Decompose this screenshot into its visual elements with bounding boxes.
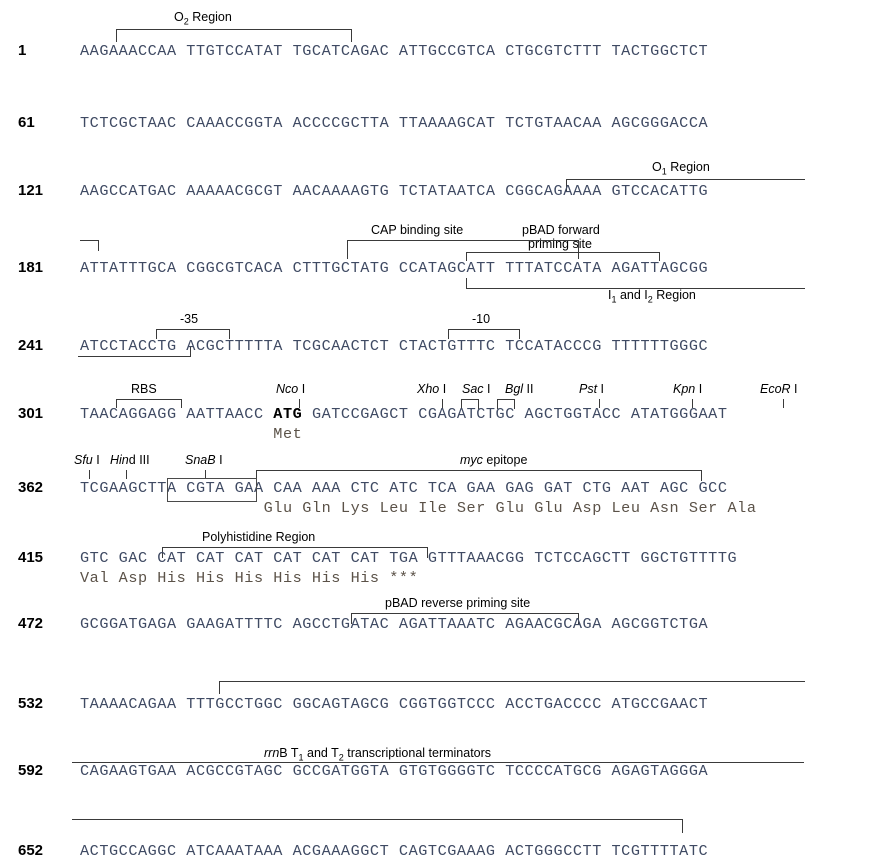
annotation-rbs: RBS — [131, 382, 157, 396]
o2-region-post: Region — [188, 10, 232, 24]
sequence-row-301: 301 TAACAGGAGG AATTAACC ATG GATCCGAGCT C… — [0, 405, 872, 443]
sequence-row-532: 532 TAAAACAGAA TTTGCCTGGC GGCAGTAGCG CGG… — [0, 695, 872, 719]
sequence-bases: GCGGATGAGA GAAGATTTTC AGCCTGATAC AGATTAA… — [80, 615, 709, 633]
sequence-bases: TCTCGCTAAC CAAACCGGTA ACCCCGCTTA TTAAAAG… — [80, 114, 709, 132]
sequence-row-415: 415 GTC GAC CAT CAT CAT CAT CAT CAT TGA … — [0, 549, 872, 587]
annotation-cap-binding-site: CAP binding site — [371, 223, 464, 237]
bracket-o2-region — [116, 29, 352, 42]
sequence-bases: GTC GAC CAT CAT CAT CAT CAT CAT TGA GTTT… — [80, 549, 738, 567]
annotation-pbad-forward-line1: pBAD forward — [522, 223, 600, 237]
hind-suffix: d III — [128, 453, 150, 467]
annotation-minus-10: -10 — [472, 312, 491, 326]
bgl-suffix: II — [523, 382, 534, 396]
sequence-row-1: 1 AAGAAACCAA TTGTCCATAT TGCATCAGAC ATTGC… — [0, 42, 872, 66]
sequence-bases: CAGAAGTGAA ACGCCGTAGC GCCGATGGTA GTGTGGG… — [80, 762, 709, 780]
sequence-bases: AAGAAACCAA TTGTCCATAT TGCATCAGAC ATTGCCG… — [80, 42, 709, 60]
sequence-row-592: 592 CAGAAGTGAA ACGCCGTAGC GCCGATGGTA GTG… — [0, 762, 872, 786]
sequence-row-121: 121 AAGCCATGAC AAAAACGCGT AACAAAAGTG TCT… — [0, 182, 872, 206]
position-number: 472 — [18, 615, 44, 632]
sequence-bases: TAAAACAGAA TTTGCCTGGC GGCAGTAGCG CGGTGGT… — [80, 695, 709, 713]
o1-region-post: Region — [666, 160, 710, 174]
position-number: 181 — [18, 259, 44, 276]
restriction-site-sac: Sac I — [462, 382, 491, 396]
xho-suffix: I — [439, 382, 447, 396]
position-number: 415 — [18, 549, 44, 566]
restriction-site-snab: SnaB I — [185, 453, 223, 467]
sequence-row-652: 652 ACTGCCAGGC ATCAAATAAA ACGAAAGGCT CAG… — [0, 842, 872, 866]
pst-name: Pst — [579, 382, 598, 396]
bracket-terminator-end — [72, 819, 683, 833]
restriction-site-xho: Xho I — [417, 382, 446, 396]
sequence-bases: TAACAGGAGG AATTAACC ATG GATCCGAGCT CGAGA… — [80, 405, 728, 423]
myc-italic: myc — [460, 453, 483, 467]
restriction-site-ecor: EcoR I — [760, 382, 798, 396]
xho-name: Xho — [417, 382, 440, 396]
underline-promoter-region — [78, 347, 191, 357]
position-number: 241 — [18, 337, 44, 354]
kpn-name: Kpn — [673, 382, 696, 396]
position-number: 532 — [18, 695, 44, 712]
i-post: Region — [652, 288, 696, 302]
restriction-site-sfu: Sfu I — [74, 453, 100, 467]
snab-name: SnaB — [185, 453, 216, 467]
tick-sfu — [89, 470, 90, 479]
sequence-row-61: 61 TCTCGCTAAC CAAACCGGTA ACCCCGCTTA TTAA… — [0, 114, 872, 138]
sequence-bases: AAGCCATGAC AAAAACGCGT AACAAAAGTG TCTATAA… — [80, 182, 709, 200]
sequence-amino-acids: Met — [80, 425, 303, 443]
ecor-suffix: I — [790, 382, 798, 396]
position-number: 362 — [18, 479, 44, 496]
ecor-name: EcoR — [760, 382, 791, 396]
sequence-amino-acids: Val Asp His His His His His His *** — [80, 569, 419, 587]
nco-suffix: I — [298, 382, 306, 396]
annotation-o2-region: O2 Region — [174, 10, 232, 27]
annotation-polyhistidine-region: Polyhistidine Region — [202, 530, 316, 544]
restriction-site-hindiii: Hind III — [110, 453, 150, 467]
restriction-site-pst: Pst I — [579, 382, 604, 396]
nco-name: Nco — [276, 382, 299, 396]
restriction-site-bgl: Bgl II — [505, 382, 534, 396]
myc-rest: epitope — [482, 453, 528, 467]
position-number: 121 — [18, 182, 44, 199]
o2-region-pre: O — [174, 10, 184, 24]
kpn-suffix: I — [695, 382, 703, 396]
sequence-bases: ACTGCCAGGC ATCAAATAAA ACGAAAGGCT CAGTCGA… — [80, 842, 709, 860]
snab-suffix: I — [215, 453, 223, 467]
bracket-o1-region-end — [80, 240, 99, 251]
o1-region-pre: O — [652, 160, 662, 174]
bgl-name: Bgl — [505, 382, 524, 396]
box-snab-site — [167, 478, 257, 502]
sac-suffix: I — [483, 382, 491, 396]
i-mid: and I — [616, 288, 648, 302]
bracket-terminator-start — [219, 681, 805, 694]
position-number: 61 — [18, 114, 35, 131]
sac-name: Sac — [462, 382, 484, 396]
restriction-site-nco: Nco I — [276, 382, 305, 396]
position-number: 301 — [18, 405, 44, 422]
restriction-site-kpn: Kpn I — [673, 382, 702, 396]
annotation-minus-35: -35 — [180, 312, 199, 326]
sequence-bases: ATTATTTGCA CGGCGTCACA CTTTGCTATG CCATAGC… — [80, 259, 709, 277]
annotation-pbad-reverse-priming-site: pBAD reverse priming site — [385, 596, 531, 610]
pst-suffix: I — [597, 382, 605, 396]
position-number: 1 — [18, 42, 27, 59]
annotation-o1-region: O1 Region — [652, 160, 710, 177]
tick-hindiii — [126, 470, 127, 479]
annotation-myc-epitope: myc epitope — [460, 453, 527, 467]
position-number: 652 — [18, 842, 44, 859]
sfu-name: Sfu — [74, 453, 93, 467]
position-number: 592 — [18, 762, 44, 779]
hind-name: Hin — [110, 453, 129, 467]
sequence-row-472: 472 GCGGATGAGA GAAGATTTTC AGCCTGATAC AGA… — [0, 615, 872, 639]
annotation-i1-i2-region: I1 and I2 Region — [608, 288, 696, 305]
sequence-row-362: 362 TCGAAGCTTA CGTA GAA CAA AAA CTC ATC … — [0, 479, 872, 517]
sfu-suffix: I — [92, 453, 100, 467]
